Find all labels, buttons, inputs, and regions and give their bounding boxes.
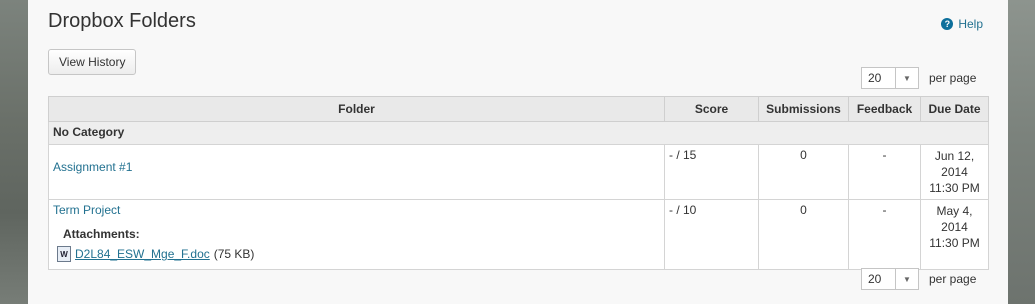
per-page-label: per page: [929, 272, 977, 286]
header-submissions[interactable]: Submissions: [758, 96, 849, 122]
category-row: No Category: [48, 121, 989, 145]
background-left: [0, 0, 28, 304]
submissions-cell[interactable]: 0: [758, 199, 849, 270]
attachments-label: Attachments:: [63, 227, 140, 241]
view-history-button[interactable]: View History: [48, 49, 137, 75]
attachment-link[interactable]: D2L84_ESW_Mge_F.doc: [75, 247, 210, 261]
folder-link[interactable]: Assignment #1: [53, 160, 132, 174]
dropbox-panel: Dropbox Folders ? Help View History 20 ▼…: [28, 0, 1008, 304]
per-page-value: 20: [868, 272, 882, 286]
due-date-cell: May 4, 2014 11:30 PM: [920, 199, 989, 270]
table-header-row: Folder Score Submissions Feedback Due Da…: [48, 96, 989, 122]
score-cell: - / 10: [664, 199, 759, 270]
per-page-select-top[interactable]: 20 ▼: [861, 67, 919, 89]
header-score[interactable]: Score: [664, 96, 759, 122]
due-date-cell: Jun 12, 2014 11:30 PM: [920, 144, 989, 200]
page-title: Dropbox Folders: [48, 10, 196, 32]
help-label: Help: [958, 17, 983, 31]
per-page-select-bottom[interactable]: 20 ▼: [861, 268, 919, 290]
attachment-item: W D2L84_ESW_Mge_F.doc (75 KB): [57, 246, 660, 262]
header-feedback[interactable]: Feedback: [848, 96, 921, 122]
chevron-down-icon[interactable]: ▼: [895, 68, 918, 88]
feedback-cell: -: [848, 199, 921, 270]
table-row: Term Project Attachments: W D2L84_ESW_Mg…: [48, 199, 989, 270]
submissions-cell[interactable]: 0: [758, 144, 849, 200]
background-right: [1008, 0, 1035, 304]
folders-table: Folder Score Submissions Feedback Due Da…: [48, 96, 989, 270]
chevron-down-icon[interactable]: ▼: [895, 269, 918, 289]
score-cell: - / 15: [664, 144, 759, 200]
per-page-value: 20: [868, 71, 882, 85]
pagination-top: 20 ▼ per page: [861, 67, 976, 89]
header-folder[interactable]: Folder: [48, 96, 665, 122]
category-label: No Category: [48, 121, 989, 145]
attachment-size: (75 KB): [213, 247, 255, 261]
folder-link[interactable]: Term Project: [53, 203, 660, 217]
table-row: Assignment #1 - / 15 0 - Jun 12, 2014 11…: [48, 144, 989, 200]
help-link[interactable]: ? Help: [941, 17, 983, 31]
pagination-bottom: 20 ▼ per page: [861, 268, 976, 290]
per-page-label: per page: [929, 71, 977, 85]
feedback-cell: -: [848, 144, 921, 200]
help-circle-icon: ?: [941, 18, 954, 30]
header-due-date[interactable]: Due Date: [920, 96, 989, 122]
word-document-icon: W: [57, 246, 71, 262]
